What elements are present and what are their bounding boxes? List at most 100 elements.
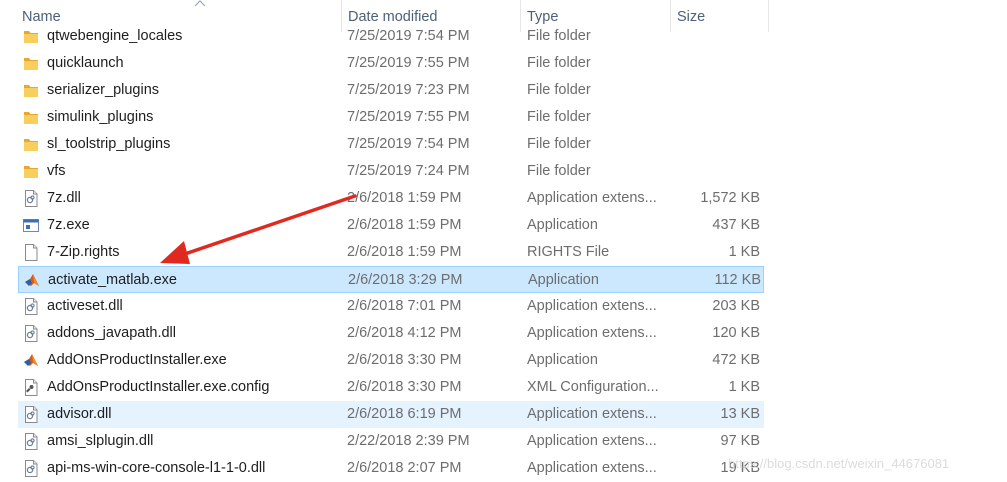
file-date-modified: 7/25/2019 7:23 PM [347, 82, 470, 98]
file-type: File folder [527, 163, 591, 179]
file-date-modified: 7/25/2019 7:54 PM [347, 136, 470, 152]
file-date-modified: 2/6/2018 6:19 PM [347, 406, 462, 422]
file-type: Application extens... [527, 190, 657, 206]
file-row[interactable]: api-ms-win-core-console-l1-1-0.dll 2/6/20… [18, 455, 764, 482]
file-date-modified: 2/6/2018 1:59 PM [347, 217, 462, 233]
file-type: Application extens... [527, 325, 657, 341]
file-row[interactable]: AddOnsProductInstaller.exe.config 2/6/201… [18, 374, 764, 401]
dll-icon [23, 298, 39, 315]
file-type: Application extens... [527, 406, 657, 422]
dll-icon [23, 433, 39, 450]
file-size: 1,572 KB [700, 190, 760, 206]
file-type: RIGHTS File [527, 244, 610, 260]
file-date-modified: 7/25/2019 7:55 PM [347, 55, 470, 71]
file-size [670, 50, 760, 77]
dll-icon [23, 460, 39, 477]
file-type: Application [527, 352, 598, 368]
file-name: simulink_plugins [47, 109, 154, 125]
dll-icon [23, 190, 39, 207]
file-name: advisor.dll [47, 406, 112, 422]
file-type: File folder [527, 109, 591, 125]
file-type: XML Configuration... [527, 379, 659, 395]
file-date-modified: 2/6/2018 7:01 PM [347, 298, 462, 314]
file-date-modified: 2/6/2018 3:30 PM [347, 352, 462, 368]
exe-icon [23, 217, 39, 234]
sort-ascending-icon [194, 0, 206, 7]
file-date-modified: 2/6/2018 3:29 PM [348, 272, 463, 288]
file-row[interactable]: serializer_plugins 7/25/2019 7:23 PM File … [18, 77, 764, 104]
file-size: 472 KB [712, 352, 760, 368]
file-row[interactable]: activeset.dll 2/6/2018 7:01 PM Application… [18, 293, 764, 320]
file-row[interactable]: 7-Zip.rights 2/6/2018 1:59 PM RIGHTS File 1… [18, 239, 764, 266]
file-row[interactable]: 7z.exe 2/6/2018 1:59 PM Application 437 KB [18, 212, 764, 239]
file-name: activeset.dll [47, 298, 123, 314]
file-name: 7z.exe [47, 217, 90, 233]
file-row[interactable]: addons_javapath.dll 2/6/2018 4:12 PM Appli… [18, 320, 764, 347]
folder-icon [23, 136, 39, 153]
file-date-modified: 7/25/2019 7:24 PM [347, 163, 470, 179]
file-name: qtwebengine_locales [47, 28, 183, 44]
folder-icon [23, 28, 39, 45]
file-type: File folder [527, 28, 591, 44]
file-size [670, 131, 760, 158]
file-row[interactable]: qtwebengine_locales 7/25/2019 7:54 PM File… [18, 23, 764, 50]
folder-icon [23, 163, 39, 180]
dll-icon [23, 325, 39, 342]
file-row[interactable]: quicklaunch 7/25/2019 7:55 PM File folder [18, 50, 764, 77]
file-row[interactable]: vfs 7/25/2019 7:24 PM File folder [18, 158, 764, 185]
file-size [670, 104, 760, 131]
file-type: File folder [527, 55, 591, 71]
file-size: 1 KB [728, 244, 760, 260]
file-date-modified: 2/6/2018 1:59 PM [347, 244, 462, 260]
file-size: 437 KB [712, 217, 760, 233]
dll-icon [23, 406, 39, 423]
file-size: 97 KB [720, 433, 761, 449]
file-date-modified: 7/25/2019 7:54 PM [347, 28, 470, 44]
file-type: Application extens... [527, 433, 657, 449]
file-row[interactable]: sl_toolstrip_plugins 7/25/2019 7:54 PM Fil… [18, 131, 764, 158]
file-size: 112 KB [714, 272, 762, 288]
config-icon [23, 379, 39, 396]
file-date-modified: 7/25/2019 7:55 PM [347, 109, 470, 125]
file-row[interactable]: amsi_slplugin.dll 2/22/2018 2:39 PM Applic… [18, 428, 764, 455]
folder-icon [23, 55, 39, 72]
file-name: sl_toolstrip_plugins [47, 136, 171, 152]
file-row[interactable]: advisor.dll 2/6/2018 6:19 PM Application e… [18, 401, 764, 428]
file-size [670, 23, 760, 50]
file-name: AddOnsProductInstaller.exe.config [47, 379, 270, 395]
file-name: 7z.dll [47, 190, 81, 206]
file-type: Application [528, 272, 599, 288]
file-name: vfs [47, 163, 66, 179]
file-name: 7-Zip.rights [47, 244, 120, 260]
file-type: File folder [527, 136, 591, 152]
file-size [670, 158, 760, 185]
file-size: 203 KB [712, 298, 760, 314]
file-name: serializer_plugins [47, 82, 160, 98]
file-size: 120 KB [712, 325, 760, 341]
file-name: api-ms-win-core-console-l1-1-0.dll [47, 460, 266, 476]
file-name: amsi_slplugin.dll [47, 433, 154, 449]
file-name: activate_matlab.exe [48, 272, 177, 288]
file-row[interactable]: simulink_plugins 7/25/2019 7:55 PM File fo… [18, 104, 764, 131]
file-row[interactable]: activate_matlab.exe 2/6/2018 3:29 PM Appli… [18, 266, 764, 293]
matlab-icon [24, 272, 40, 289]
file-name: AddOnsProductInstaller.exe [47, 352, 227, 368]
file-type: Application extens... [527, 460, 657, 476]
folder-icon [23, 109, 39, 126]
file-size: 1 KB [728, 379, 760, 395]
folder-icon [23, 82, 39, 99]
file-row[interactable]: AddOnsProductInstaller.exe 2/6/2018 3:30 … [18, 347, 764, 374]
file-size: 13 KB [720, 406, 761, 422]
file-row[interactable]: 7z.dll 2/6/2018 1:59 PM Application extens… [18, 185, 764, 212]
file-icon [23, 244, 39, 261]
watermark-text: https://blog.csdn.net/weixin_44676081 [728, 456, 950, 471]
file-date-modified: 2/6/2018 2:07 PM [347, 460, 462, 476]
file-date-modified: 2/22/2018 2:39 PM [347, 433, 470, 449]
file-date-modified: 2/6/2018 1:59 PM [347, 190, 462, 206]
file-date-modified: 2/6/2018 4:12 PM [347, 325, 462, 341]
file-type: Application extens... [527, 298, 657, 314]
file-type: File folder [527, 82, 591, 98]
matlab-icon [23, 352, 39, 369]
file-name: addons_javapath.dll [47, 325, 176, 341]
file-type: Application [527, 217, 598, 233]
